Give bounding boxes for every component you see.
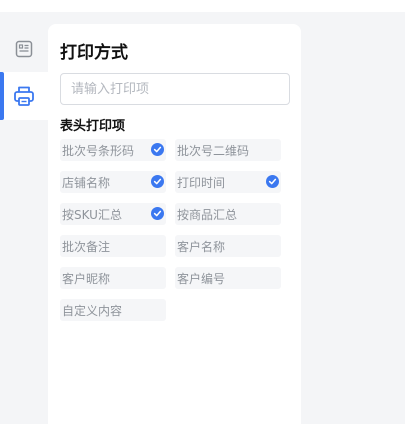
print-option-label: 批次备注 — [62, 239, 111, 254]
print-option[interactable]: 按SKU汇总 — [60, 203, 166, 225]
print-option-label: 客户编号 — [177, 271, 226, 286]
print-option-label: 打印时间 — [177, 175, 226, 190]
side-rail — [0, 24, 48, 424]
active-indicator — [0, 72, 4, 120]
print-option-label: 自定义内容 — [62, 303, 123, 318]
checkmark-circle-icon — [266, 175, 279, 188]
rail-item-print[interactable] — [0, 72, 48, 120]
print-option[interactable]: 客户名称 — [175, 235, 281, 257]
print-option-label: 批次号条形码 — [62, 143, 135, 158]
print-option[interactable]: 店铺名称 — [60, 171, 166, 193]
print-option[interactable]: 客户昵称 — [60, 267, 166, 289]
print-option[interactable]: 客户编号 — [175, 267, 281, 289]
print-option-label: 批次号二维码 — [177, 143, 250, 158]
print-settings-panel: 打印方式 表头打印项 批次号条形码 批次号二维码店铺名称 打印时间按SKU汇总 按商品… — [48, 24, 301, 424]
print-option[interactable]: 批次号二维码 — [175, 139, 281, 161]
search-input[interactable] — [60, 73, 290, 105]
print-option[interactable]: 按商品汇总 — [175, 203, 281, 225]
layout-icon — [15, 40, 33, 58]
panel-title: 打印方式 — [60, 43, 128, 63]
print-option-label: 客户名称 — [177, 239, 226, 254]
print-option-label: 按SKU汇总 — [62, 207, 122, 222]
checkmark-circle-icon — [151, 143, 164, 156]
print-option-label: 店铺名称 — [62, 175, 111, 190]
print-option[interactable]: 批次备注 — [60, 235, 166, 257]
print-option[interactable]: 自定义内容 — [60, 299, 166, 321]
print-option-label: 客户昵称 — [62, 271, 111, 286]
printer-icon — [14, 86, 34, 106]
top-bar — [0, 0, 405, 12]
print-option[interactable]: 打印时间 — [175, 171, 281, 193]
rail-item-layout[interactable] — [0, 36, 48, 62]
print-option-label: 按商品汇总 — [177, 207, 238, 222]
print-option[interactable]: 批次号条形码 — [60, 139, 166, 161]
section-title: 表头打印项 — [60, 119, 126, 134]
checkmark-circle-icon — [151, 175, 164, 188]
print-options-grid: 批次号条形码 批次号二维码店铺名称 打印时间按SKU汇总 按商品汇总批次备注 客户名称客… — [60, 139, 292, 321]
checkmark-circle-icon — [151, 207, 164, 220]
